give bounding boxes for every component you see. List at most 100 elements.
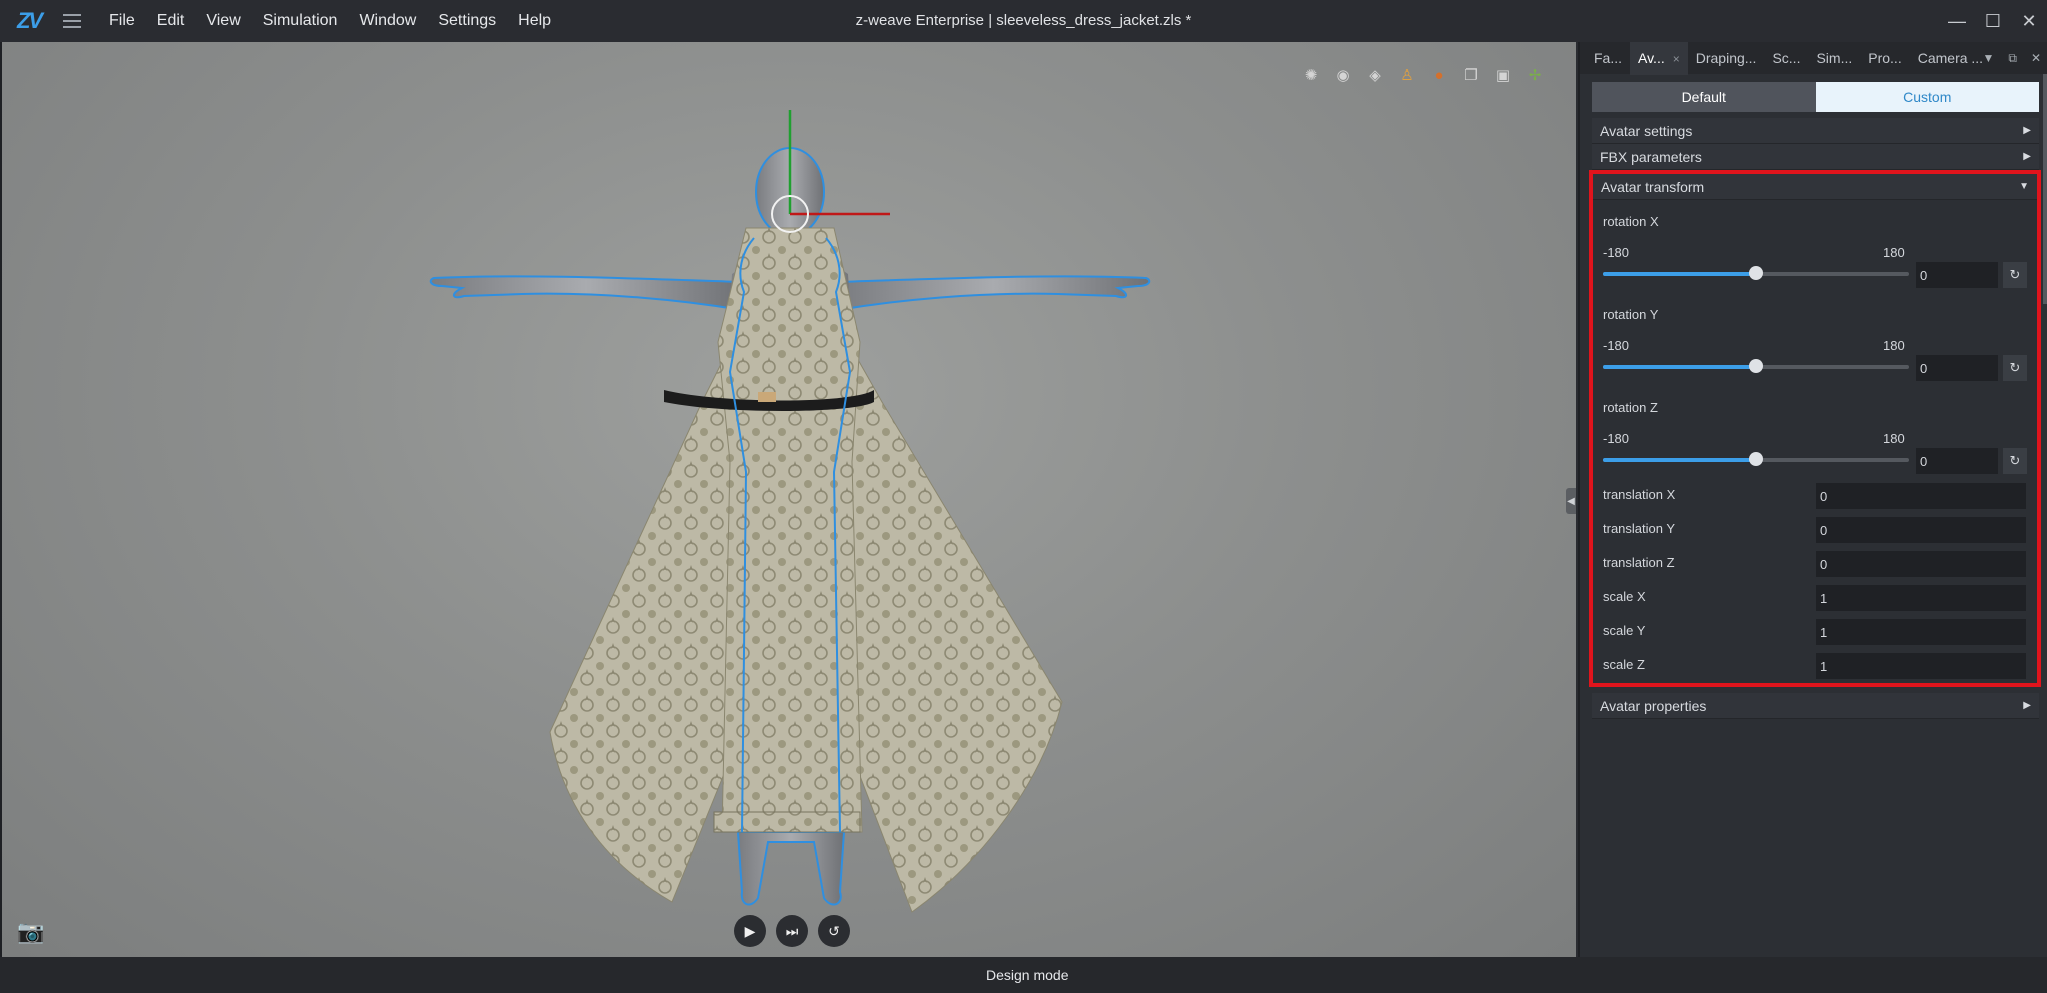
close-panel-icon[interactable]: ✕ [2031, 51, 2041, 65]
menu-help[interactable]: Help [507, 0, 562, 42]
slider-thumb[interactable] [1749, 266, 1763, 280]
status-mode: Design mode [986, 967, 1069, 983]
scale-x-input[interactable] [1816, 585, 2026, 611]
avatar-right-arm [837, 275, 1151, 312]
tab-fabric[interactable]: Fa... [1586, 42, 1630, 74]
scale-y-label: scale Y [1603, 623, 1646, 638]
simulation-playbar: ▶ ⏭ ↺ [734, 915, 850, 947]
scale-y-row: scale Y [1593, 615, 2037, 649]
rotation-x-input[interactable] [1916, 262, 1998, 288]
frame-icon[interactable]: ▣ [1492, 64, 1514, 86]
tab-avatar-label: Av... [1638, 49, 1665, 66]
title-bar: ZV File Edit View Simulation Window Sett… [0, 0, 2047, 42]
default-button[interactable]: Default [1592, 82, 1816, 112]
rotation-x-max: 180 [1883, 245, 1905, 260]
translation-z-input[interactable] [1816, 551, 2026, 577]
rotation-x-label: rotation X [1603, 214, 1659, 229]
rotation-z-input[interactable] [1916, 448, 1998, 474]
section-avatar-settings[interactable]: Avatar settings ▶ [1592, 118, 2039, 144]
panel-tabs: Fa... Av... × Draping... Sc... Sim... Pro… [1580, 41, 2047, 75]
maximize-button[interactable]: ☐ [1975, 0, 2011, 42]
tab-scene[interactable]: Sc... [1764, 42, 1808, 74]
tab-properties[interactable]: Pro... [1860, 42, 1909, 74]
menu-file[interactable]: File [98, 0, 146, 42]
translation-x-row: translation X [1593, 479, 2037, 513]
reset-icon[interactable]: ↻ [2003, 262, 2027, 288]
reset-icon[interactable]: ↻ [2003, 355, 2027, 381]
camera-icon[interactable]: 📷 [16, 919, 46, 945]
translation-z-label: translation Z [1603, 555, 1675, 570]
float-panel-icon[interactable]: ⧉ [2008, 51, 2017, 66]
menu-settings[interactable]: Settings [427, 0, 507, 42]
rotation-y-input[interactable] [1916, 355, 1998, 381]
tab-dropdown-icon[interactable]: ▼ [1982, 51, 1994, 65]
3d-viewport[interactable]: ✺ ◉ ◈ ♙ ● ❐ ▣ ✢ 📷 ▶ ⏭ ↺ ◀ [2, 42, 1578, 957]
viewport-toolbar: ✺ ◉ ◈ ♙ ● ❐ ▣ ✢ [1300, 64, 1546, 86]
translation-y-label: translation Y [1603, 521, 1676, 536]
custom-button[interactable]: Custom [1815, 82, 2039, 112]
sphere-icon[interactable]: ◉ [1332, 64, 1354, 86]
translation-y-input[interactable] [1816, 517, 2026, 543]
play-button[interactable]: ▶ [734, 915, 766, 947]
menu-window[interactable]: Window [348, 0, 427, 42]
section-avatar-transform-label: Avatar transform [1601, 178, 1705, 195]
rotation-y-max: 180 [1883, 338, 1905, 353]
avatar-transform-section: Avatar transform ▼ rotation X -180 180 ↻… [1589, 170, 2041, 687]
scale-z-input[interactable] [1816, 653, 2026, 679]
gizmo-icon[interactable]: ✢ [1524, 64, 1546, 86]
avatar-legs [736, 831, 846, 906]
app-logo: ZV [16, 8, 43, 33]
tab-camera[interactable]: Camera ... [1910, 42, 1991, 74]
rotation-y-slider[interactable] [1603, 359, 1909, 373]
section-avatar-transform[interactable]: Avatar transform ▼ [1593, 174, 2037, 200]
copy-icon[interactable]: ❐ [1460, 64, 1482, 86]
chevron-right-icon: ▶ [2023, 151, 2031, 162]
scale-x-label: scale X [1603, 589, 1646, 604]
scale-x-row: scale X [1593, 581, 2037, 615]
color-wheel-icon[interactable]: ● [1428, 64, 1450, 86]
sun-icon[interactable]: ✺ [1300, 64, 1322, 86]
rotation-y-min: -180 [1603, 338, 1630, 353]
property-panel: Fa... Av... × Draping... Sc... Sim... Pro… [1580, 41, 2047, 957]
avatar-scene[interactable] [2, 42, 1578, 957]
step-forward-button[interactable]: ⏭ [776, 915, 808, 947]
section-fbx-parameters[interactable]: FBX parameters ▶ [1592, 144, 2039, 170]
panel-collapse-handle[interactable]: ◀ [1566, 488, 1576, 514]
panel-scrollbar[interactable] [2043, 74, 2047, 304]
rotation-z-label: rotation Z [1603, 400, 1658, 415]
rotation-z-slider[interactable] [1603, 452, 1909, 466]
translation-x-input[interactable] [1816, 483, 2026, 509]
slider-fill [1603, 272, 1756, 276]
chevron-right-icon: ▶ [2023, 125, 2031, 136]
rotation-z-max: 180 [1883, 431, 1905, 446]
rotation-x-control: rotation X -180 180 ↻ [1593, 200, 2037, 293]
reset-simulation-button[interactable]: ↺ [818, 915, 850, 947]
menu-edit[interactable]: Edit [146, 0, 196, 42]
slider-thumb[interactable] [1749, 359, 1763, 373]
translation-y-row: translation Y [1593, 513, 2037, 547]
avatar-icon[interactable]: ♙ [1396, 64, 1418, 86]
rotation-y-control: rotation Y -180 180 ↻ [1593, 293, 2037, 386]
close-button[interactable]: ✕ [2011, 0, 2047, 42]
minimize-button[interactable]: — [1939, 0, 1975, 42]
avatar-left-arm [429, 275, 743, 312]
tab-draping[interactable]: Draping... [1688, 42, 1765, 74]
rotation-y-label: rotation Y [1603, 307, 1659, 322]
slider-thumb[interactable] [1749, 452, 1763, 466]
scale-z-row: scale Z [1593, 649, 2037, 683]
rotation-z-control: rotation Z -180 180 ↻ [1593, 386, 2037, 479]
section-avatar-settings-label: Avatar settings [1600, 122, 1693, 139]
translation-x-label: translation X [1603, 487, 1676, 502]
chevron-right-icon: ▶ [2023, 700, 2031, 711]
menu-simulation[interactable]: Simulation [252, 0, 349, 42]
section-avatar-properties[interactable]: Avatar properties ▶ [1592, 693, 2039, 719]
rotation-x-slider[interactable] [1603, 266, 1909, 280]
reset-icon[interactable]: ↻ [2003, 448, 2027, 474]
tab-simulation[interactable]: Sim... [1808, 42, 1860, 74]
menu-view[interactable]: View [195, 0, 251, 42]
tab-avatar[interactable]: Av... × [1630, 41, 1688, 75]
hamburger-menu-icon[interactable] [58, 14, 86, 28]
tab-close-icon[interactable]: × [1673, 52, 1680, 66]
scale-y-input[interactable] [1816, 619, 2026, 645]
layers-icon[interactable]: ◈ [1364, 64, 1386, 86]
